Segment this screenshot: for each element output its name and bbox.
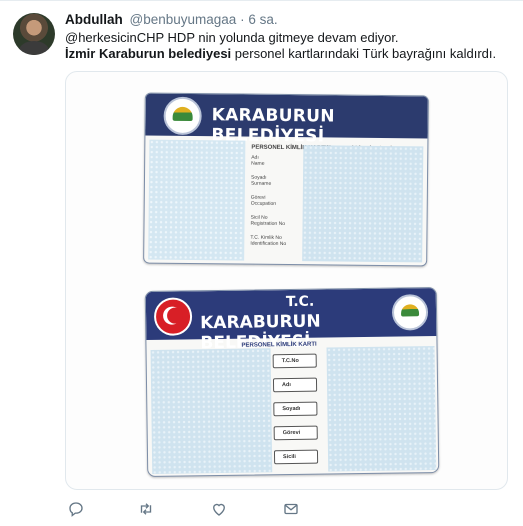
field-box: Görevi bbox=[273, 425, 318, 441]
municipality-logo bbox=[163, 96, 202, 136]
retweet-icon[interactable] bbox=[137, 500, 155, 518]
author-name[interactable]: Abdullah bbox=[65, 12, 123, 27]
field-label: T.C. Kimlik No Identification No bbox=[250, 234, 287, 248]
id-card-new: T.C. KARABURUN BELEDİYESİ PERSONEL KİMLİ… bbox=[144, 286, 440, 478]
field-box: Adı bbox=[272, 377, 318, 393]
tweet-actions bbox=[65, 500, 365, 520]
tweet-line-2: İzmir Karaburun belediyesi personel kart… bbox=[65, 46, 505, 62]
avatar[interactable] bbox=[13, 13, 55, 55]
field-box: Soyadı bbox=[273, 401, 318, 417]
tweet-media-image[interactable]: KARABURUN BELEDİYESİ PERSONEL KİMLİK KAR… bbox=[65, 71, 508, 490]
id-card-old: KARABURUN BELEDİYESİ PERSONEL KİMLİK KAR… bbox=[143, 92, 429, 267]
reply-icon[interactable] bbox=[67, 500, 85, 518]
field-box: Sicili bbox=[273, 449, 319, 465]
tweet-line-2-rest: personel kartlarındaki Türk bayrağını ka… bbox=[231, 46, 497, 61]
card-tc-label: T.C. bbox=[285, 293, 315, 311]
tweet-line-1: @herkesicinCHP HDP nin yolunda gitmeye d… bbox=[65, 30, 399, 45]
dm-icon[interactable] bbox=[282, 500, 300, 518]
field-label: Görevi Occupation bbox=[250, 194, 277, 207]
tweet-header: Abdullah @benbuyumagaa · 6 sa. bbox=[65, 12, 278, 27]
author-handle[interactable]: @benbuyumagaa bbox=[130, 12, 237, 27]
tweet-bold-text: İzmir Karaburun belediyesi bbox=[65, 46, 232, 61]
data-blur-area bbox=[302, 145, 424, 263]
tweet-text: @herkesicinCHP HDP nin yolunda gitmeye d… bbox=[65, 30, 505, 62]
like-icon[interactable] bbox=[210, 500, 228, 518]
field-box: T.C.No bbox=[272, 353, 317, 369]
timestamp[interactable]: 6 sa. bbox=[248, 12, 277, 27]
field-label: Sicil No Registration No bbox=[250, 214, 286, 227]
data-blur-area bbox=[326, 346, 437, 472]
field-label: Soyadı Surname bbox=[250, 174, 272, 187]
photo-blur-area bbox=[150, 348, 273, 474]
separator: · bbox=[240, 12, 245, 27]
tweet: Abdullah @benbuyumagaa · 6 sa. @herkesic… bbox=[0, 0, 523, 526]
field-label: Adı Name bbox=[251, 154, 265, 167]
photo-blur-area bbox=[148, 139, 246, 261]
